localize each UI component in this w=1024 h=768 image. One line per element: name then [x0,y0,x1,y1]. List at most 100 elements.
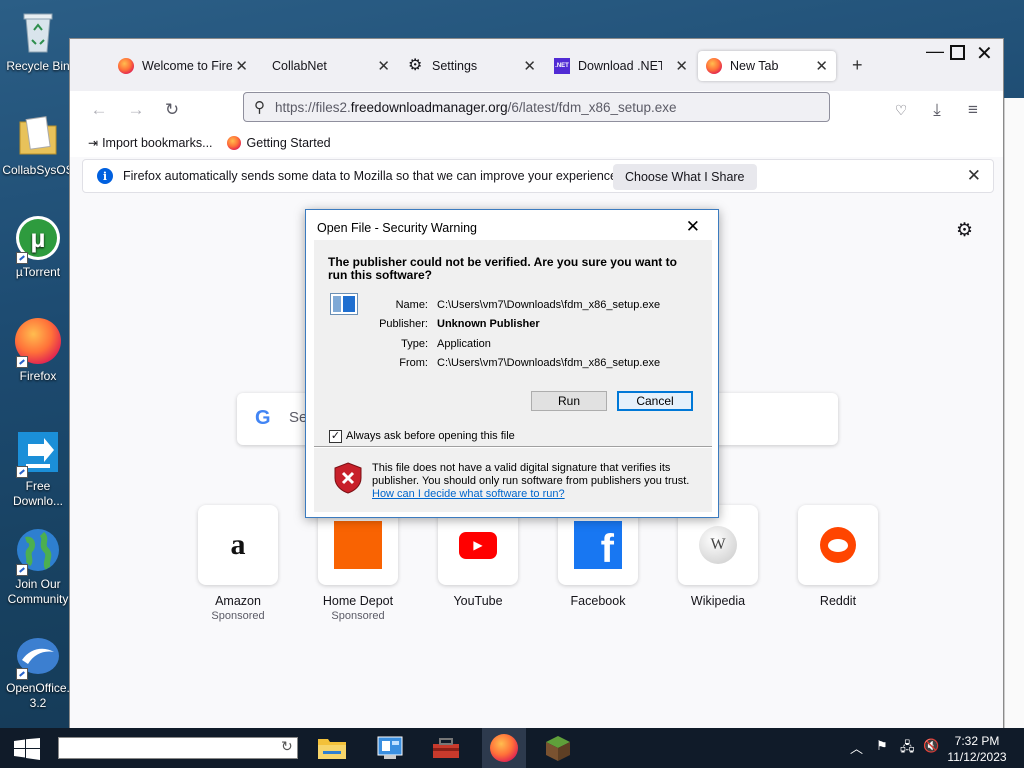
data-notification-bar: i Firefox automatically sends some data … [82,159,994,193]
desktop-icon-join-community[interactable]: Join Our Community [2,526,74,607]
file-explorer-icon[interactable] [315,732,349,764]
always-ask-checkbox[interactable]: ✓ [329,430,342,443]
dialog-body: The publisher could not be verified. Are… [314,240,712,512]
bookmarks-toolbar: ⇥ Import bookmarks... Getting Started [70,129,1003,157]
tab-bar: Welcome to Fire ✕ CollabNet ✕ ⚙ Settings… [70,39,1003,91]
desktop-icon-collabsysos[interactable]: CollabSysOS [2,112,74,178]
type-label: Type: [401,338,428,350]
utorrent-icon: µ [14,214,62,264]
tab-collabnet[interactable]: CollabNet ✕ [264,51,398,81]
from-value: C:\Users\vm7\Downloads\fdm_x86_setup.exe [437,357,661,369]
top-site-reddit[interactable]: Reddit [790,505,886,610]
bookmark-getting-started[interactable]: Getting Started [226,136,331,150]
desktop-icon-recycle-bin[interactable]: Recycle Bin [2,8,74,74]
close-tab-icon[interactable]: ✕ [377,57,390,75]
pocket-icon[interactable]: ♡ [888,97,914,123]
close-notification-icon[interactable]: ✕ [967,166,981,186]
always-ask-label[interactable]: Always ask before opening this file [346,430,515,442]
windows-start-icon[interactable] [14,738,40,760]
shield-warning-icon [334,462,362,497]
search-icon: ⚲ [254,99,265,116]
desktop-icon-utorrent[interactable]: µ µTorrent [2,214,74,280]
minimize-icon[interactable]: — [926,41,944,62]
minecraft-icon[interactable] [541,732,575,764]
notification-message: Firefox automatically sends some data to… [123,169,621,183]
name-label: Name: [395,299,428,311]
amazon-icon: a [230,528,246,561]
security-warning-dialog: Open File - Security Warning ✕ The publi… [305,209,719,518]
close-tab-icon[interactable]: ✕ [235,57,248,75]
control-panel-icon[interactable] [373,732,407,764]
tab-download-dotnet[interactable]: .NET Download .NET ✕ [554,51,690,81]
dotnet-icon: .NET [554,58,570,74]
desktop-icon-firefox[interactable]: Firefox [2,318,74,384]
close-window-icon[interactable]: ✕ [976,41,993,66]
taskbar-clock[interactable]: 7:32 PM 11/12/2023 [944,733,1010,765]
top-site-wikipedia[interactable]: W Wikipedia [670,505,766,610]
forward-arrow-icon[interactable]: → [123,97,149,123]
firefox-icon [226,136,241,150]
dialog-footer: This file does not have a valid digital … [372,462,702,501]
tab-welcome[interactable]: Welcome to Fire ✕ [118,51,250,81]
cancel-button[interactable]: Cancel [617,391,693,411]
facebook-icon: f [574,521,622,569]
top-site-amazon[interactable]: a Amazon Sponsored [190,505,286,622]
refresh-icon[interactable]: ↻ [281,738,297,758]
help-link[interactable]: How can I decide what software to run? [372,488,565,500]
taskbar-search-input[interactable]: ⌄ [58,737,298,759]
dialog-close-icon[interactable]: ✕ [686,217,700,237]
close-tab-icon[interactable]: ✕ [815,57,828,75]
url-prefix: https://files2. [275,99,351,115]
dialog-heading: The publisher could not be verified. Are… [328,255,677,282]
taskbar-firefox-icon[interactable] [482,728,526,768]
choose-what-i-share-button[interactable]: Choose What I Share [613,164,757,190]
tab-new-tab[interactable]: New Tab ✕ [698,51,836,81]
volume-muted-icon[interactable]: 🔇 [923,738,939,754]
publisher-value: Unknown Publisher [437,318,540,330]
folder-icon [14,112,62,160]
footer-text: This file does not have a valid digital … [372,462,690,487]
top-site-home-depot[interactable]: Home Depot Sponsored [310,505,406,622]
run-button[interactable]: Run [531,391,607,411]
recycle-bin-icon [14,8,62,56]
settings-gear-icon[interactable]: ⚙ [956,219,973,242]
globe-icon [14,526,62,576]
clock-date: 11/12/2023 [947,750,1007,764]
svg-text:µ: µ [31,223,46,253]
maximize-icon[interactable] [950,45,965,60]
bookmark-import[interactable]: ⇥ Import bookmarks... [88,136,213,150]
publisher-label: Publisher: [379,318,428,330]
import-icon: ⇥ [88,136,99,150]
toolbox-icon[interactable] [429,732,463,764]
home-depot-icon [334,521,382,569]
top-site-facebook[interactable]: f Facebook [550,505,646,610]
desktop-icon-free-download-manager[interactable]: Free Downlo... [2,428,74,509]
url-bar[interactable]: ⚲ https://files2. freedownloadmanager.org… [243,92,830,122]
dialog-title: Open File - Security Warning [317,221,478,235]
top-site-youtube[interactable]: ▶ YouTube [430,505,526,610]
url-path: /6/latest/fdm_x86_setup.exe [507,99,677,115]
firefox-icon [14,318,62,368]
show-hidden-icons-chevron-icon[interactable]: ︿ [850,738,863,757]
openoffice-icon [14,630,62,680]
back-arrow-icon[interactable]: ← [86,97,112,123]
close-tab-icon[interactable]: ✕ [523,57,536,75]
new-tab-plus-icon[interactable]: + [852,55,863,76]
reload-icon[interactable]: ↻ [159,97,185,123]
wikipedia-icon: W [699,526,737,564]
type-value: Application [437,338,491,350]
google-icon: G [255,407,271,429]
from-label: From: [399,357,428,369]
desktop-icon-openoffice[interactable]: OpenOffice. 3.2 [2,630,74,711]
youtube-icon: ▶ [459,531,497,559]
menu-hamburger-icon[interactable]: ≡ [960,97,986,123]
tab-settings[interactable]: ⚙ Settings ✕ [408,51,544,81]
close-tab-icon[interactable]: ✕ [675,57,688,75]
reddit-icon [820,527,856,563]
clock-time: 7:32 PM [954,734,1000,748]
name-value: C:\Users\vm7\Downloads\fdm_x86_setup.exe [437,299,661,311]
flag-icon[interactable]: ⚑ [876,738,888,754]
firefox-icon [706,58,722,74]
network-icon[interactable]: 🖧 [900,738,915,760]
download-icon[interactable]: ⤓ [924,97,950,123]
